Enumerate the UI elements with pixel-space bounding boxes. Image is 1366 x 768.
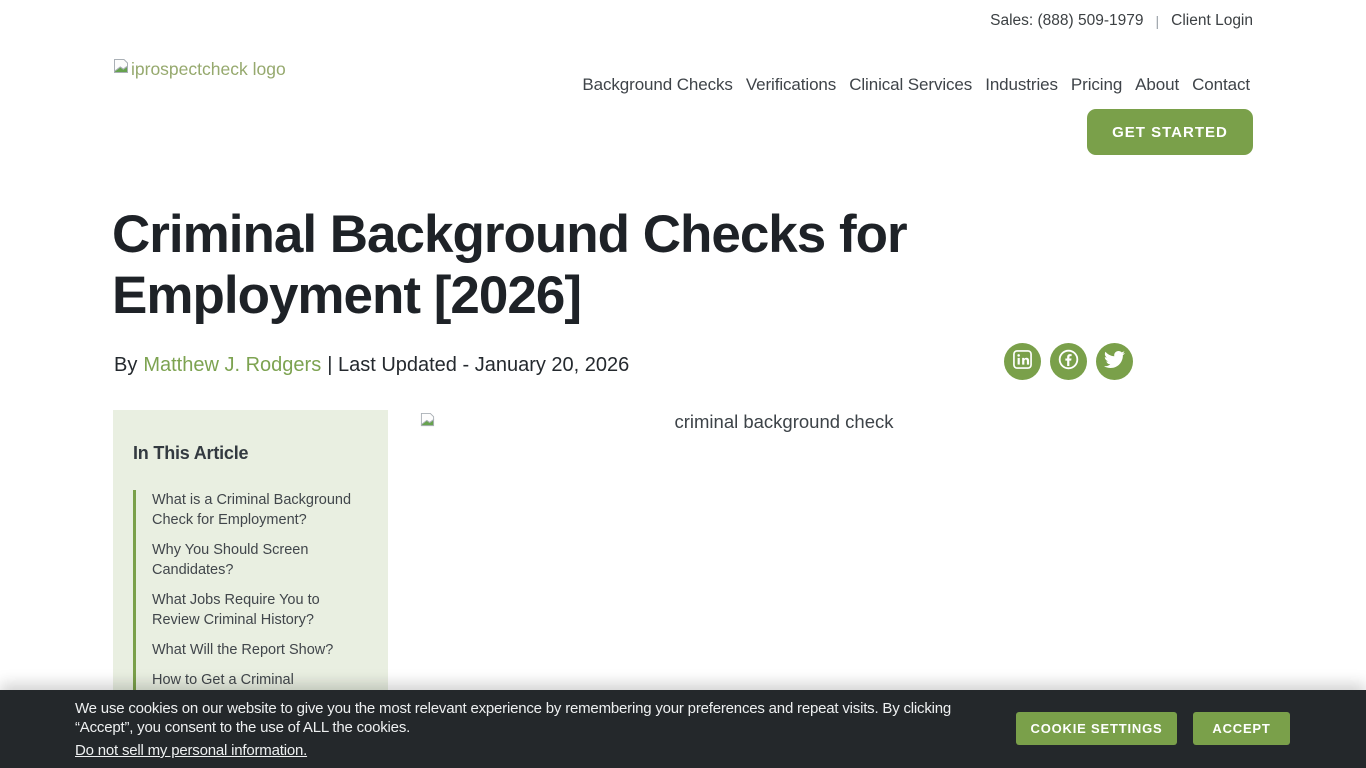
- social-share-row: [1004, 343, 1133, 380]
- sales-phone-link[interactable]: Sales: (888) 509-1979: [990, 12, 1143, 30]
- nav-item-contact[interactable]: Contact: [1192, 75, 1250, 95]
- toc-title: In This Article: [133, 443, 249, 463]
- toc-item: How to Get a Criminal: [152, 670, 364, 690]
- toc-link-report-show[interactable]: What Will the Report Show?: [152, 640, 333, 660]
- broken-image-icon: [113, 58, 129, 79]
- toc-item: What Jobs Require You to Review Criminal…: [152, 590, 364, 630]
- byline: By Matthew J. Rodgers | Last Updated - J…: [114, 354, 629, 377]
- cookie-buttons: COOKIE SETTINGS ACCEPT: [1016, 712, 1290, 745]
- linkedin-share-button[interactable]: [1004, 343, 1041, 380]
- toc-link-what-jobs[interactable]: What Jobs Require You to Review Criminal…: [152, 590, 364, 630]
- toc-link-how-to-get[interactable]: How to Get a Criminal: [152, 670, 294, 690]
- page: Sales: (888) 509-1979 | Client Login ipr…: [0, 0, 1366, 768]
- hero-image-alt-text: criminal background check: [674, 411, 894, 432]
- twitter-icon: [1103, 349, 1125, 375]
- page-title: Criminal Background Checks for Employmen…: [112, 205, 908, 325]
- topbar-divider: |: [1155, 13, 1160, 29]
- toc-item: What Will the Report Show?: [152, 640, 364, 660]
- logo-alt-text: iprospectcheck logo: [131, 59, 286, 79]
- toc-link-why-screen[interactable]: Why You Should Screen Candidates?: [152, 540, 364, 580]
- logo[interactable]: iprospectcheck logo: [113, 58, 286, 80]
- toc-link-what-is[interactable]: What is a Criminal Background Check for …: [152, 490, 364, 530]
- main-nav: Background Checks Verifications Clinical…: [582, 75, 1250, 95]
- toc-item: Why You Should Screen Candidates?: [152, 540, 364, 580]
- nav-item-clinical-services[interactable]: Clinical Services: [849, 75, 972, 95]
- nav-item-about[interactable]: About: [1135, 75, 1179, 95]
- linkedin-icon: [1012, 349, 1033, 375]
- facebook-icon: [1057, 348, 1080, 376]
- byline-prefix: By: [114, 354, 138, 376]
- hero-image-broken: criminal background check: [420, 410, 1148, 670]
- client-login-link[interactable]: Client Login: [1171, 12, 1253, 30]
- nav-item-background-checks[interactable]: Background Checks: [582, 75, 733, 95]
- get-started-button[interactable]: GET STARTED: [1087, 109, 1253, 155]
- cookie-text: We use cookies on our website to give yo…: [75, 699, 959, 760]
- nav-item-industries[interactable]: Industries: [985, 75, 1058, 95]
- facebook-share-button[interactable]: [1050, 343, 1087, 380]
- toc-list: What is a Criminal Background Check for …: [133, 490, 364, 690]
- broken-image-icon: [420, 412, 435, 432]
- nav-item-verifications[interactable]: Verifications: [746, 75, 836, 95]
- byline-date: | Last Updated - January 20, 2026: [327, 354, 630, 376]
- nav-item-pricing[interactable]: Pricing: [1071, 75, 1122, 95]
- toc-item: What is a Criminal Background Check for …: [152, 490, 364, 530]
- author-link[interactable]: Matthew J. Rodgers: [143, 354, 321, 377]
- cookie-banner: We use cookies on our website to give yo…: [0, 690, 1366, 768]
- twitter-share-button[interactable]: [1096, 343, 1133, 380]
- do-not-sell-link[interactable]: Do not sell my personal information.: [75, 742, 307, 759]
- topbar: Sales: (888) 509-1979 | Client Login: [990, 12, 1253, 30]
- cookie-settings-button[interactable]: COOKIE SETTINGS: [1016, 712, 1177, 745]
- accept-button[interactable]: ACCEPT: [1193, 712, 1290, 745]
- cookie-message: We use cookies on our website to give yo…: [75, 700, 952, 736]
